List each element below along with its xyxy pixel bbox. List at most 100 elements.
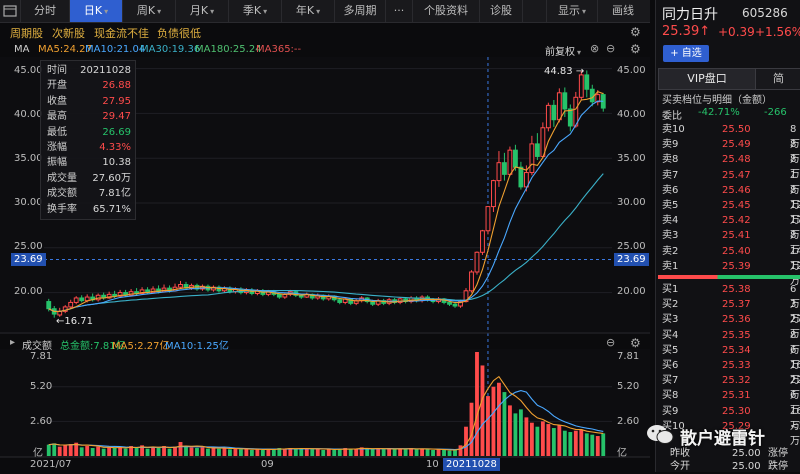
bid-level[interactable]: 买9 25.30 16万 — [662, 404, 800, 432]
bid-level[interactable]: 买7 25.32 22万 — [662, 373, 800, 401]
info-value: 20211028 — [80, 65, 131, 76]
minus-icon[interactable]: ⊖ — [606, 336, 615, 349]
tag-cyclical[interactable]: 周期股 — [10, 25, 43, 41]
level-price: 25.50 — [722, 124, 751, 135]
bid-level[interactable]: 买8 25.31 6万 — [662, 388, 800, 416]
volume-bar — [491, 386, 496, 456]
tab-monthly-k[interactable]: 月K ▾ — [176, 0, 229, 22]
ask-level[interactable]: 卖8 25.48 8万 — [662, 152, 800, 180]
right-vol-tick: 5.20 — [617, 381, 640, 392]
info-row: 振幅 10.38 — [47, 156, 131, 170]
info-value: 26.69 — [102, 126, 131, 138]
volume-bar — [249, 450, 254, 456]
bid-level[interactable]: 买1 25.38 6万 — [662, 282, 800, 310]
volume-bar — [332, 450, 337, 456]
level-volume: <1万 — [790, 420, 800, 447]
tab-simple[interactable]: 简 — [755, 68, 800, 90]
ask-level[interactable]: 卖7 25.47 1万 — [662, 168, 800, 196]
watermark-text: 散户避雷针 — [680, 429, 765, 449]
display-button[interactable]: 显示 ▾ — [546, 0, 598, 22]
volume-bar — [178, 442, 183, 456]
ask-level[interactable]: 卖4 25.42 17万 — [662, 213, 800, 241]
tab-quarterly-k[interactable]: 季K ▾ — [229, 0, 282, 22]
tab-daily-k[interactable]: 日K ▾ — [70, 0, 123, 22]
level-label: 买8 — [662, 390, 679, 402]
tag-new-stock[interactable]: 次新股 — [52, 25, 85, 41]
ask-level[interactable]: 卖5 25.45 12万 — [662, 198, 800, 226]
level-label: 买7 — [662, 375, 679, 387]
volume-bar — [524, 417, 529, 456]
chevron-down-icon: ▾ — [210, 7, 215, 16]
volume-bar — [540, 421, 545, 456]
volume-bar — [601, 433, 606, 456]
volume-bar — [310, 449, 315, 456]
minus-icon[interactable]: ⊖ — [606, 42, 615, 55]
draw-line-button[interactable]: 画线 — [597, 0, 649, 22]
candle-body — [68, 301, 74, 308]
tag-low-debt[interactable]: 负债很低 — [157, 25, 201, 41]
level-label: 卖5 — [662, 200, 679, 211]
ma5-label: MA5:24.27 — [38, 44, 92, 55]
ask-level[interactable]: 卖2 25.40 14万 — [662, 244, 800, 272]
tab-intraday[interactable]: 分时 — [21, 0, 70, 22]
info-value: 27.95 — [102, 95, 131, 107]
tab-vip-orderbook[interactable]: VIP盘口 — [658, 68, 756, 90]
info-row: 换手率 65.71% — [47, 203, 131, 217]
add-watchlist-button[interactable]: + 自选 — [663, 45, 709, 62]
volume-bar — [68, 444, 73, 456]
tab-multi-period[interactable]: 多周期 — [335, 0, 386, 22]
chevron-down-icon: ▾ — [581, 7, 586, 16]
level-price: 25.34 — [722, 344, 751, 356]
tag-cashflow[interactable]: 现金流不佳 — [94, 25, 149, 41]
left-tick: 40.00 — [14, 109, 43, 120]
ask-level[interactable]: 卖1 25.39 12万 — [662, 259, 800, 287]
tab-yearly-k[interactable]: 年K ▾ — [282, 0, 335, 22]
level-label: 卖9 — [662, 139, 679, 151]
level-price: 25.32 — [722, 375, 751, 387]
ratio-value: -42.71% — [698, 107, 740, 118]
candle-body — [337, 299, 343, 303]
level-label: 卖8 — [662, 154, 679, 166]
level-price: 25.37 — [722, 299, 751, 311]
level-price: 25.40 — [722, 245, 751, 257]
volume-bar — [326, 449, 331, 456]
volume-bar — [112, 448, 117, 456]
left-tick: 35.00 — [14, 153, 43, 164]
volume-bar — [447, 450, 452, 456]
level-price: 25.30 — [722, 405, 751, 417]
ma180-label: MA180:25.24 — [195, 44, 262, 55]
volume-bar — [282, 448, 287, 456]
level-label: 买9 — [662, 405, 679, 417]
gear-icon[interactable]: ⚙ — [630, 336, 641, 350]
candle-body — [447, 301, 452, 305]
bid-level[interactable]: 买4 25.35 8万 — [662, 328, 800, 356]
current-price: 25.39↑ — [662, 24, 711, 39]
menu-icon[interactable] — [0, 0, 21, 22]
close-icon[interactable]: ⊗ — [590, 42, 599, 55]
info-label: 收盘 — [47, 95, 67, 107]
volume-bar — [233, 448, 238, 456]
bid-level[interactable]: 买5 25.34 6万 — [662, 343, 800, 371]
candle-body — [512, 149, 518, 168]
tab-more[interactable]: ··· — [386, 0, 413, 22]
ask-level[interactable]: 卖10 25.50 8万 — [662, 122, 800, 150]
ma-title: MA — [14, 44, 30, 55]
ask-level[interactable]: 卖3 25.41 8万 — [662, 228, 800, 256]
expand-icon[interactable]: ▸ — [10, 337, 15, 348]
tab-weekly-k[interactable]: 周K ▾ — [123, 0, 176, 22]
ask-level[interactable]: 卖6 25.46 8万 — [662, 183, 800, 211]
bid-level[interactable]: 买6 25.33 16万 — [662, 358, 800, 386]
tab-label: VIP盘口 — [687, 72, 727, 85]
volume-bar — [546, 424, 551, 456]
tab-stock-profile[interactable]: 个股资料 — [413, 0, 480, 22]
ma10-label: MA10:21.04 — [85, 44, 146, 55]
tab-diagnosis[interactable]: 诊股 — [480, 0, 523, 22]
volume-bar — [403, 449, 408, 456]
ask-level[interactable]: 卖9 25.49 8万 — [662, 137, 800, 165]
bid-level[interactable]: 买2 25.37 3万 — [662, 297, 800, 325]
info-value: 7.81亿 — [98, 188, 131, 200]
gear-icon[interactable]: ⚙ — [630, 42, 641, 56]
bid-level[interactable]: 买3 25.36 27万 — [662, 312, 800, 340]
gear-icon[interactable]: ⚙ — [630, 25, 641, 39]
level-label: 卖4 — [662, 215, 679, 227]
